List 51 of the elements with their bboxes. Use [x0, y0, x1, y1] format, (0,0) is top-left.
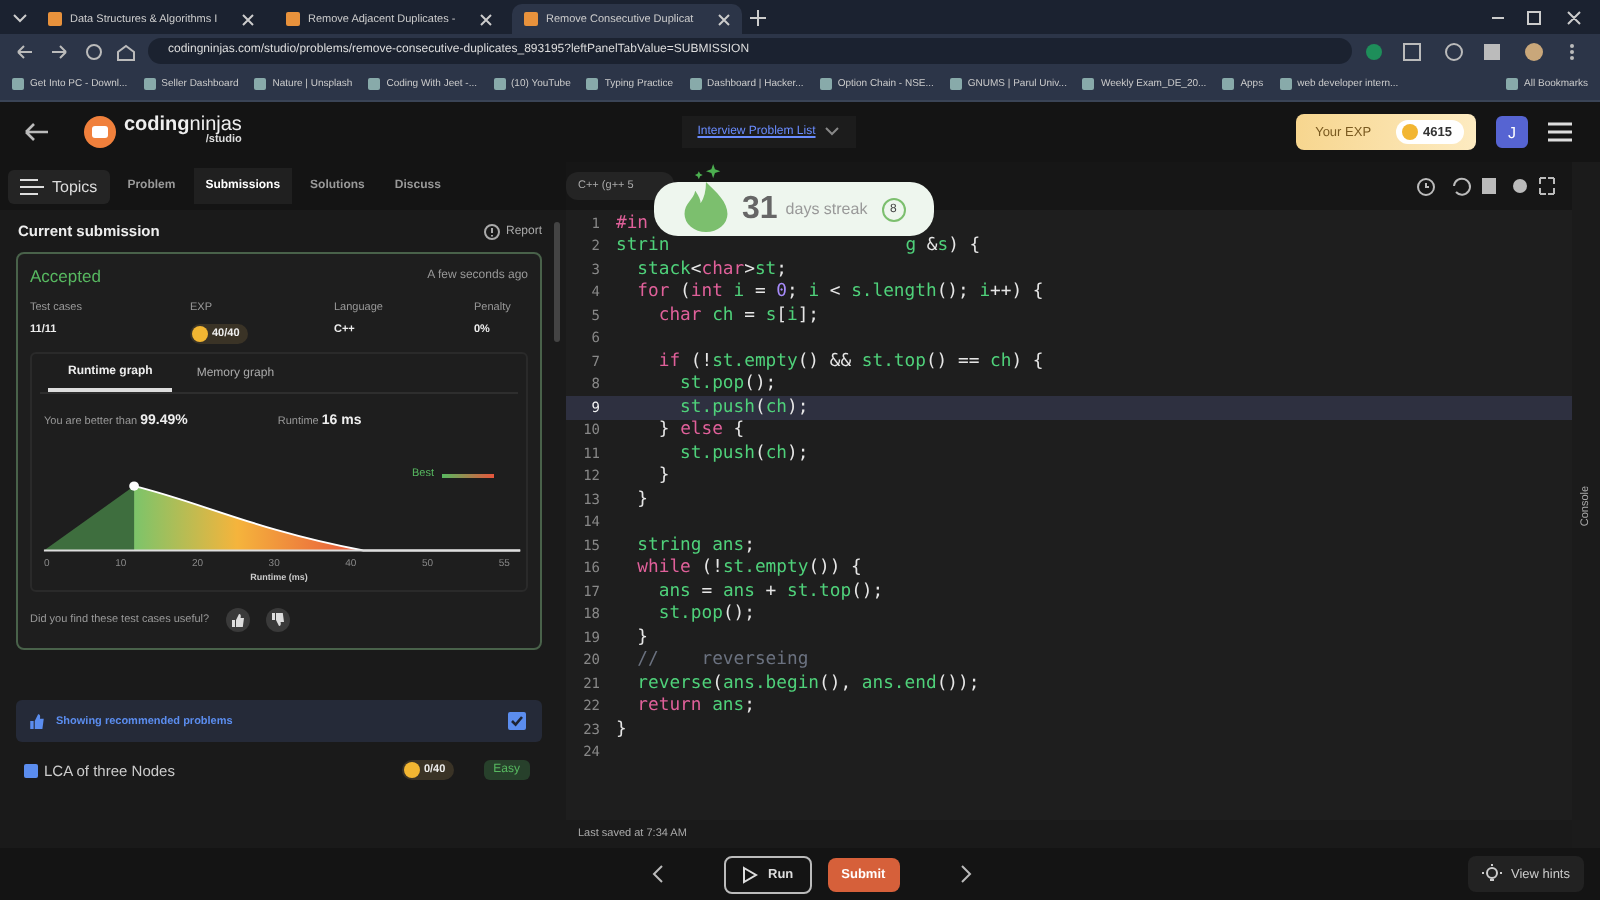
navigation-icon[interactable] — [16, 41, 136, 61]
editor-toolbar-icons[interactable] — [1416, 176, 1556, 196]
streak-label: days streak — [785, 200, 868, 218]
avatar[interactable]: J — [1496, 116, 1528, 148]
code-line: st.pop(); — [656, 604, 755, 625]
code-line: #in — [616, 213, 649, 234]
code-line: string ans; — [635, 535, 755, 556]
checkbox[interactable] — [508, 712, 526, 730]
code-line: strin — [616, 236, 670, 257]
streak-count: 31 — [742, 191, 778, 227]
thumbs-up-icon[interactable] — [225, 608, 250, 632]
code-line: reverse(ans.begin(), ans.end()); — [635, 673, 980, 694]
status-text: Accepted — [30, 266, 101, 286]
code-line: char ch = s[i]; — [656, 305, 820, 326]
code-line: ans = ans + st.top(); — [656, 581, 884, 602]
code-line: // reverseing — [635, 650, 809, 671]
previous-icon[interactable] — [652, 864, 664, 884]
close-icon[interactable] — [242, 13, 254, 25]
logo-icon — [84, 116, 116, 148]
play-icon — [742, 865, 758, 883]
code-line: st.pop(); — [678, 374, 777, 395]
window-controls-icon[interactable] — [1488, 9, 1584, 25]
next-icon[interactable] — [959, 864, 972, 884]
code-line: return ans; — [635, 696, 755, 717]
code-line: stack<char>st; — [635, 259, 787, 280]
code-line: } — [656, 466, 670, 487]
logo-text: codingninjas — [124, 116, 242, 137]
code-line: while (!st.empty()) { — [635, 558, 862, 579]
code-line: st.push(ch); — [678, 443, 809, 464]
problem-icon — [24, 763, 38, 777]
lightbulb-icon — [1482, 864, 1503, 884]
thumbs-up-icon — [28, 712, 46, 730]
code-line: } else { — [656, 420, 745, 441]
caret-icon — [823, 126, 840, 138]
code-line: } — [635, 627, 649, 648]
code-line: } — [616, 719, 627, 740]
tab-search-icon[interactable] — [12, 9, 28, 25]
new-tab-icon[interactable] — [750, 9, 766, 25]
close-icon[interactable] — [718, 13, 730, 25]
code-line: for (int i = 0; i < s.length(); i++) { — [635, 282, 1044, 303]
code-line: if (!st.empty() && st.top() == ch) { — [656, 351, 1044, 372]
code-line: } — [635, 489, 649, 510]
code-line: st.push(ch); — [678, 397, 809, 418]
close-icon[interactable] — [480, 13, 492, 25]
thumbs-down-icon[interactable] — [265, 608, 290, 632]
menu-icon[interactable] — [1548, 122, 1572, 142]
code-line: g &s) { — [905, 236, 981, 257]
menu-icon — [20, 177, 44, 195]
topics-button[interactable]: Topics — [8, 169, 110, 203]
info-icon — [483, 223, 500, 239]
back-arrow-icon[interactable] — [24, 122, 48, 142]
